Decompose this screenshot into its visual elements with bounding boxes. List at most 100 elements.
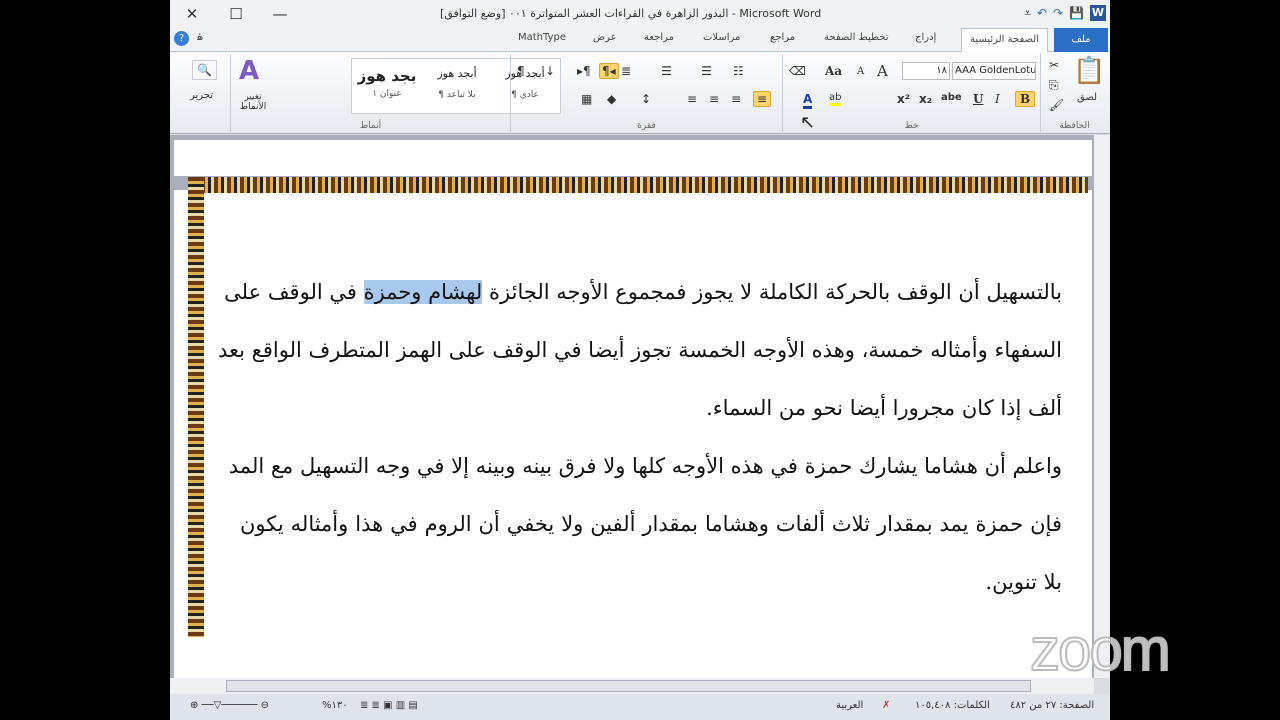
multilevel-list-icon[interactable]: ☰ <box>661 64 672 78</box>
word-window: ✕ ☐ — البدور الزاهرة في القراءات العشر ا… <box>170 0 1110 720</box>
text-line: بلا تنوين. <box>985 570 1062 594</box>
tab-insert[interactable]: إدراج <box>915 32 936 43</box>
shading-icon[interactable]: ◆ <box>607 92 616 106</box>
ltr-icon[interactable]: ▸¶ <box>577 64 591 78</box>
proofing-icon[interactable]: ✗ <box>882 700 890 711</box>
text-line: بالتسهيل أن الوقف بالحركة الكاملة لا يجو… <box>224 263 1062 321</box>
maximize-button[interactable]: ☐ <box>214 5 258 23</box>
document-text[interactable]: بالتسهيل أن الوقف بالحركة الكاملة لا يجو… <box>218 263 1062 611</box>
text-line: السفهاء وأمثاله خمسة، وهذه الأوجه الخمسة… <box>218 338 1062 362</box>
tab-view[interactable]: عرض <box>593 32 617 43</box>
page-border-left <box>188 177 204 637</box>
minimize-ribbon-icon[interactable]: ۿ <box>197 32 203 43</box>
justify-icon[interactable]: ≡ <box>687 92 697 106</box>
font-group-label: خط <box>904 121 919 131</box>
zoom-slider[interactable]: ⊕ ──▽────── ⊖ <box>190 700 269 711</box>
document-area[interactable]: بالتسهيل أن الوقف بالحركة الكاملة لا يجو… <box>170 135 1094 678</box>
tab-page-layout[interactable]: تخطيط الصفحة <box>824 32 889 43</box>
style-sample: أبجد هوز <box>437 67 477 80</box>
tab-review[interactable]: مراجعة <box>644 32 674 43</box>
quick-access-toolbar: ⩡ ↶ ↷ 💾 W <box>1024 5 1106 21</box>
align-right-icon[interactable]: ≡ <box>753 91 772 107</box>
indent-icon[interactable]: ≣ <box>621 64 631 78</box>
page-border-top <box>188 177 1088 193</box>
line-spacing-icon[interactable]: ↕ <box>641 92 651 106</box>
change-case-button[interactable]: Aa <box>825 64 842 78</box>
tab-mailings[interactable]: مراسلات <box>703 32 740 43</box>
font-size-select[interactable]: ١٨ <box>902 62 950 80</box>
highlight-button[interactable]: ab <box>829 92 842 106</box>
paste-button[interactable]: لصق <box>1077 92 1097 103</box>
ribbon-tabs: ? ۿ MathType عرض مراجعة مراسلات مراجع تخ… <box>170 28 1110 52</box>
font-name-select[interactable]: AAA GoldenLotus <box>952 62 1036 80</box>
save-icon[interactable]: 💾 <box>1069 6 1084 20</box>
copy-icon[interactable]: ⎘ <box>1049 78 1059 93</box>
editing-button[interactable]: تحرير <box>190 90 213 101</box>
word-count[interactable]: الكلمات: ١٠٥,٤٠٨ <box>915 700 990 711</box>
style-name: ¶ بلا تباعد <box>438 90 476 100</box>
status-bar: ⊕ ──▽────── ⊖ %١٣٠ ≣ ≣ ▣ ▥ ▤ العربية ✗ ا… <box>170 694 1110 720</box>
center-icon[interactable]: ≡ <box>731 92 741 106</box>
change-styles-icon: A <box>239 56 260 86</box>
zoom-watermark: zoom <box>1029 615 1172 684</box>
undo-icon[interactable]: ↶ <box>1037 6 1047 20</box>
word-logo-icon: W <box>1090 5 1106 21</box>
window-title: البدور الزاهرة في القراءات العشر المتوات… <box>440 7 822 20</box>
tab-home[interactable]: الصفحة الرئيسية <box>961 28 1048 52</box>
text-line: فإن حمزة يمد بمقدار ثلاث ألفات وهشاما بم… <box>240 512 1062 536</box>
sort-icon[interactable]: ↓ <box>545 64 555 78</box>
text-line: ألف إذا كان مجرورا أيضا نحو من السماء. <box>706 396 1062 420</box>
customize-qat-icon[interactable]: ⩡ <box>1024 6 1031 21</box>
vertical-scrollbar[interactable] <box>1094 135 1110 678</box>
bold-button[interactable]: B <box>1015 91 1036 107</box>
subscript-button[interactable]: x₂ <box>919 92 932 106</box>
font-color-button[interactable]: A <box>803 92 813 109</box>
cut-icon[interactable]: ✂ <box>1049 58 1059 72</box>
styles-group-label: أنماط <box>359 121 382 131</box>
text-run: في الوقف على <box>224 280 364 304</box>
find-icon[interactable]: 🔍 <box>192 60 217 80</box>
language[interactable]: العربية <box>836 700 863 711</box>
horizontal-scrollbar[interactable] <box>170 678 1094 694</box>
paragraph-group-label: فقرة <box>637 121 656 131</box>
strikethrough-button[interactable]: abe <box>941 92 962 103</box>
text-run: بالتسهيل أن الوقف بالحركة الكاملة لا يجو… <box>482 280 1062 304</box>
style-heading1[interactable]: بجد هوز عنوان ١ <box>354 67 420 99</box>
redo-icon[interactable]: ↷ <box>1053 6 1063 20</box>
numbering-icon[interactable]: ☰ <box>701 64 712 78</box>
change-styles-button[interactable]: تغيير الأنماط <box>233 92 273 112</box>
underline-button[interactable]: U <box>973 92 983 106</box>
tab-references[interactable]: مراجع <box>770 32 795 43</box>
style-no-spacing[interactable]: أبجد هوز ¶ بلا تباعد <box>424 67 490 100</box>
borders-icon[interactable]: ▦ <box>581 92 592 106</box>
zoom-level[interactable]: %١٣٠ <box>322 700 348 711</box>
rtl-icon[interactable]: ¶◂ <box>599 63 619 79</box>
page-number[interactable]: الصفحة: ٢٧ من ٤٨٢ <box>1010 700 1094 711</box>
close-button[interactable]: ✕ <box>170 5 214 23</box>
styles-group: A تغيير الأنماط بجد هوز عنوان ١ أبجد هوز ¶… <box>230 54 561 132</box>
style-sample: بجد هوز <box>357 67 417 85</box>
superscript-button[interactable]: x² <box>897 92 910 106</box>
selected-text: لهشام وحمزة <box>363 280 483 304</box>
align-left-icon[interactable]: ≡ <box>709 92 719 106</box>
previous-page <box>174 140 1092 176</box>
bullets-icon[interactable]: ☷ <box>733 64 744 78</box>
title-bar: ✕ ☐ — البدور الزاهرة في القراءات العشر ا… <box>170 0 1110 28</box>
tab-mathtype[interactable]: MathType <box>518 32 566 43</box>
paste-icon[interactable]: 📋 <box>1073 56 1105 86</box>
clear-formatting-icon[interactable]: ⌫ <box>789 64 806 78</box>
view-buttons[interactable]: ≣ ≣ ▣ ▥ ▤ <box>360 700 418 711</box>
italic-button[interactable]: I <box>995 92 1000 106</box>
minimize-button[interactable]: — <box>258 5 302 23</box>
ribbon: 🔍 تحرير A تغيير الأنماط بجد هوز عنوان ١ أ… <box>170 52 1110 134</box>
scroll-thumb[interactable] <box>226 680 1031 692</box>
clipboard-group: ✂ ⎘ 🖌 📋 لصق الحافظة <box>1040 54 1108 132</box>
tab-file[interactable]: ملف <box>1054 28 1108 52</box>
pilcrow-icon[interactable]: ¶ <box>517 64 525 78</box>
text-line: واعلم أن هشاما يشارك حمزة في هذه الأوجه … <box>228 454 1062 478</box>
help-icon[interactable]: ? <box>174 31 189 46</box>
format-painter-icon[interactable]: 🖌 <box>1049 98 1064 112</box>
clipboard-group-label: الحافظة <box>1059 121 1090 131</box>
grow-font-button[interactable]: A <box>877 62 888 80</box>
shrink-font-button[interactable]: A <box>857 66 864 77</box>
